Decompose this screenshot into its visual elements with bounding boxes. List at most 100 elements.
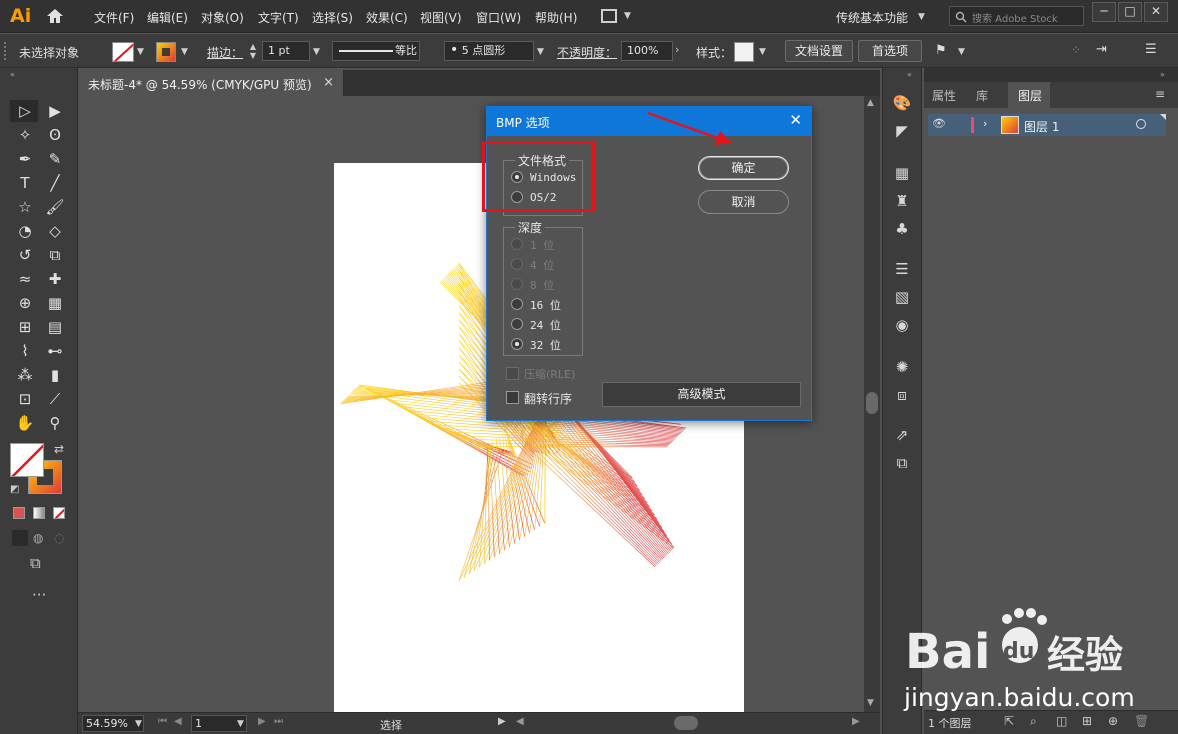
menu-object[interactable]: 对象(O) (201, 9, 244, 26)
default-colors-icon[interactable]: ◩ (10, 484, 19, 495)
blend-tool-icon[interactable]: ⊷ (44, 340, 66, 362)
draw-inside-icon[interactable]: ◌ (54, 531, 64, 545)
export-icon[interactable]: ⇗ (891, 424, 913, 446)
status-menu-icon[interactable]: ▶ (498, 716, 506, 727)
pen-tool-icon[interactable]: ✒ (14, 148, 36, 170)
scroll-left-icon[interactable]: ◀ (516, 716, 524, 727)
layer-row[interactable]: 👁 › 图层 1 (928, 114, 1166, 136)
mesh-tool-icon[interactable]: ⊞ (14, 316, 36, 338)
chevron-down-icon[interactable]: ▼ (313, 47, 320, 57)
tab-properties[interactable]: 属性 (932, 87, 956, 104)
slice-tool-icon[interactable]: ⟋ (44, 388, 66, 410)
hand-tool-icon[interactable]: ✋ (14, 412, 36, 434)
gradient-panel-icon[interactable]: ▧ (891, 286, 913, 308)
preferences-button[interactable]: 首选项 (858, 40, 922, 62)
line-tool-icon[interactable]: ╱ (44, 172, 66, 194)
paintbrush-tool-icon[interactable]: 🖌 (44, 196, 66, 218)
appearance-icon[interactable]: ✺ (891, 356, 913, 378)
ok-button[interactable]: 确定 (698, 156, 789, 180)
last-artboard-icon[interactable]: ⏭ (274, 716, 283, 727)
arrange-documents-icon[interactable] (601, 9, 617, 23)
width-tool-icon[interactable]: ≈ (14, 268, 36, 290)
locate-object-icon[interactable]: ⌕ (1030, 714, 1037, 729)
pin-icon[interactable]: ⚑ (935, 43, 947, 58)
scroll-up-icon[interactable]: ▲ (867, 98, 874, 108)
document-setup-button[interactable]: 文档设置 (785, 40, 853, 62)
stepper-arrows-icon[interactable]: ▲ ▼ (248, 42, 258, 62)
screen-mode-icon[interactable]: ⧉ (30, 554, 41, 572)
clip-mask-icon[interactable]: ◫ (1056, 714, 1067, 728)
symbol-sprayer-tool-icon[interactable]: ⁂ (14, 364, 36, 386)
menu-type[interactable]: 文字(T) (258, 9, 299, 26)
type-tool-icon[interactable]: T (14, 172, 36, 194)
chevron-down-icon[interactable]: ▼ (237, 719, 244, 729)
target-icon[interactable] (1136, 119, 1146, 129)
depth-24-radio[interactable] (511, 318, 523, 330)
home-icon[interactable] (45, 7, 65, 25)
stroke-label[interactable]: 描边： (207, 44, 243, 61)
eraser-tool-icon[interactable]: ◇ (44, 220, 66, 242)
transparency-icon[interactable]: ◉ (891, 314, 913, 336)
new-layer-icon[interactable]: ⊕ (1108, 714, 1118, 728)
swatches-icon[interactable]: ▦ (891, 162, 913, 184)
gradient-tool-icon[interactable]: ▤ (44, 316, 66, 338)
curvature-tool-icon[interactable]: ✎ (44, 148, 66, 170)
color-mode-icon[interactable] (13, 507, 25, 519)
zoom-tool-icon[interactable]: ⚲ (44, 412, 66, 434)
symbols-icon[interactable]: ♣ (891, 218, 913, 240)
chevron-down-icon[interactable]: ▼ (958, 47, 965, 57)
depth-32-label[interactable]: 32 位 (530, 337, 561, 353)
depth-24-label[interactable]: 24 位 (530, 317, 561, 333)
menu-effect[interactable]: 效果(C) (366, 9, 408, 26)
chevron-down-icon[interactable]: ▼ (181, 47, 188, 57)
graph-tool-icon[interactable]: ▮ (44, 364, 66, 386)
collapse-icon[interactable]: « (10, 70, 15, 79)
color-panel-icon[interactable]: 🎨 (891, 92, 913, 114)
transform-icon[interactable]: ⇥ (1096, 42, 1107, 57)
delete-layer-icon[interactable]: 🗑 (1134, 714, 1149, 728)
magic-wand-tool-icon[interactable]: ✧ (14, 124, 36, 146)
chevron-down-icon[interactable]: ▼ (624, 11, 631, 21)
workspace-switcher[interactable]: 传统基本功能 (836, 9, 908, 26)
opacity-input[interactable]: 100% (621, 41, 673, 61)
artboard-tool-icon[interactable]: ⊡ (14, 388, 36, 410)
maximize-button[interactable]: □ (1118, 2, 1142, 22)
stroke-swatch[interactable] (156, 42, 176, 62)
expand-layer-icon[interactable]: › (983, 117, 987, 130)
menu-view[interactable]: 视图(V) (420, 9, 462, 26)
brushes-icon[interactable]: ♜ (891, 190, 913, 212)
tab-layers[interactable]: 图层 (1018, 87, 1042, 104)
scroll-right-icon[interactable]: ▶ (852, 716, 860, 727)
export-layer-icon[interactable]: ⇱ (1004, 714, 1014, 728)
more-tools-icon[interactable]: ··· (32, 586, 46, 604)
chevron-down-icon[interactable]: ▼ (135, 719, 142, 729)
fill-color-box[interactable] (10, 443, 44, 477)
depth-16-label[interactable]: 16 位 (530, 297, 561, 313)
visibility-eye-icon[interactable]: 👁 (932, 117, 946, 130)
chevron-down-icon[interactable]: ▼ (537, 47, 544, 57)
stroke-profile-select[interactable]: 等比 (332, 41, 420, 61)
scale-tool-icon[interactable]: ⧉ (44, 244, 66, 266)
puppet-warp-tool-icon[interactable]: ✚ (44, 268, 66, 290)
style-swatch[interactable] (734, 42, 754, 62)
chevron-down-icon[interactable]: ▼ (137, 47, 144, 57)
menu-file[interactable]: 文件(F) (94, 9, 134, 26)
next-artboard-icon[interactable]: ▶ (258, 716, 266, 727)
draw-normal-icon[interactable] (12, 530, 28, 546)
swap-colors-icon[interactable]: ⇄ (54, 442, 64, 456)
star-tool-icon[interactable]: ☆ (14, 196, 36, 218)
artboards-icon[interactable]: ⧉ (891, 452, 913, 474)
layer-name[interactable]: 图层 1 (1024, 118, 1059, 135)
gradient-mode-icon[interactable] (33, 507, 45, 519)
stroke-weight-input[interactable]: 1 pt (262, 41, 310, 61)
rotate-tool-icon[interactable]: ↺ (14, 244, 36, 266)
close-window-button[interactable]: ✕ (1144, 2, 1168, 22)
close-icon[interactable]: ✕ (789, 111, 802, 129)
stock-search-input[interactable]: 搜索 Adobe Stock (949, 6, 1084, 26)
first-artboard-icon[interactable]: ⏮ (158, 716, 167, 727)
selection-tool-icon[interactable]: ▷ (14, 100, 36, 122)
advanced-mode-button[interactable]: 高级模式 (602, 382, 801, 407)
lasso-tool-icon[interactable]: ʘ (44, 124, 66, 146)
collapse-icon[interactable]: » (1160, 70, 1165, 79)
collapse-icon[interactable]: « (907, 70, 912, 79)
